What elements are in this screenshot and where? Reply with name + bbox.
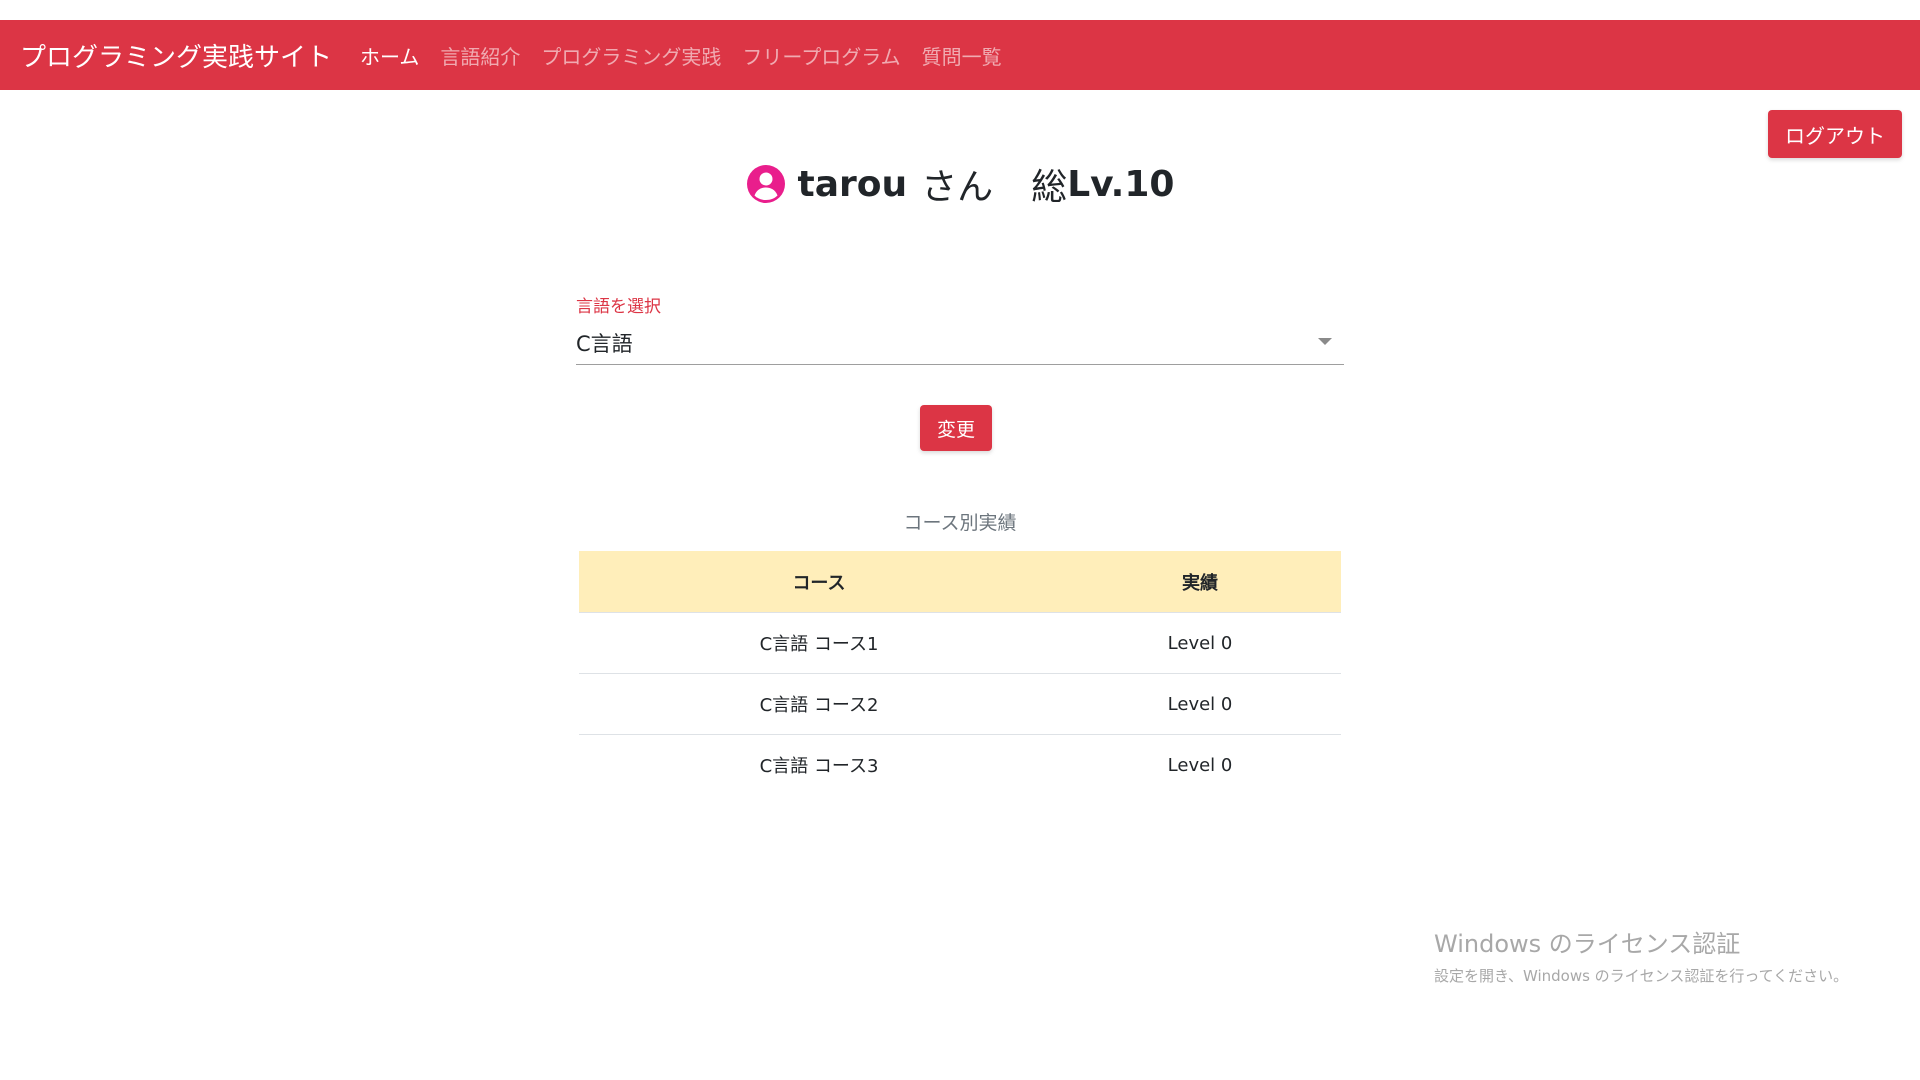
course-cell: C言語 コース1	[579, 612, 1059, 674]
logout-button[interactable]: ログアウト	[1768, 110, 1902, 158]
language-select[interactable]: C言語	[576, 326, 1344, 365]
nav-link-practice[interactable]: プログラミング実践	[541, 41, 721, 70]
table-row: C言語 コース3 Level 0	[579, 734, 1341, 795]
table-header-row: コース 実績	[579, 551, 1341, 613]
username: tarou	[797, 163, 908, 205]
nav-link-languages[interactable]: 言語紹介	[440, 41, 520, 70]
brand-link[interactable]: プログラミング実践サイト	[20, 37, 332, 74]
nav-link-free-program[interactable]: フリープログラム	[742, 41, 900, 70]
result-cell: Level 0	[1059, 612, 1341, 674]
column-header-result: 実績	[1059, 551, 1341, 613]
language-select-value: C言語	[576, 332, 633, 356]
user-circle-icon	[746, 165, 785, 203]
total-level-prefix: 総	[1031, 167, 1068, 208]
course-cell: C言語 コース2	[579, 673, 1059, 735]
result-cell: Level 0	[1059, 734, 1341, 795]
windows-activation-watermark: Windows のライセンス認証 設定を開き、Windows のライセンス認証を…	[1434, 924, 1848, 986]
results-table: コース 実績 C言語 コース1 Level 0 C言語 コース2 Level 0…	[579, 551, 1341, 795]
total-level: Lv.10	[1067, 163, 1175, 205]
table-row: C言語 コース1 Level 0	[579, 612, 1341, 674]
watermark-subtitle: 設定を開き、Windows のライセンス認証を行ってください。	[1434, 967, 1849, 985]
nav-link-questions[interactable]: 質問一覧	[922, 41, 1002, 70]
language-select-group: 言語を選択 C言語	[576, 290, 1344, 374]
result-cell: Level 0	[1059, 673, 1341, 735]
course-cell: C言語 コース3	[579, 734, 1059, 795]
username-suffix: さん	[921, 167, 994, 208]
top-navbar: プログラミング実践サイト ホーム 言語紹介 プログラミング実践 フリープログラム…	[0, 20, 1920, 90]
watermark-title: Windows のライセンス認証	[1434, 930, 1741, 958]
language-select-label: 言語を選択	[576, 297, 661, 317]
table-row: C言語 コース2 Level 0	[579, 673, 1341, 735]
dropdown-arrow-icon	[1318, 338, 1332, 345]
column-header-course: コース	[579, 551, 1059, 613]
nav-link-home[interactable]: ホーム	[360, 41, 419, 70]
nav-links: ホーム 言語紹介 プログラミング実践 フリープログラム 質問一覧	[360, 41, 1023, 70]
results-table-caption: コース別実績	[903, 512, 1017, 534]
profile-heading: tarou さん 総 Lv.10	[0, 156, 1920, 212]
change-button[interactable]: 変更	[920, 405, 992, 451]
page: プログラミング実践サイト ホーム 言語紹介 プログラミング実践 フリープログラム…	[0, 0, 1920, 1080]
